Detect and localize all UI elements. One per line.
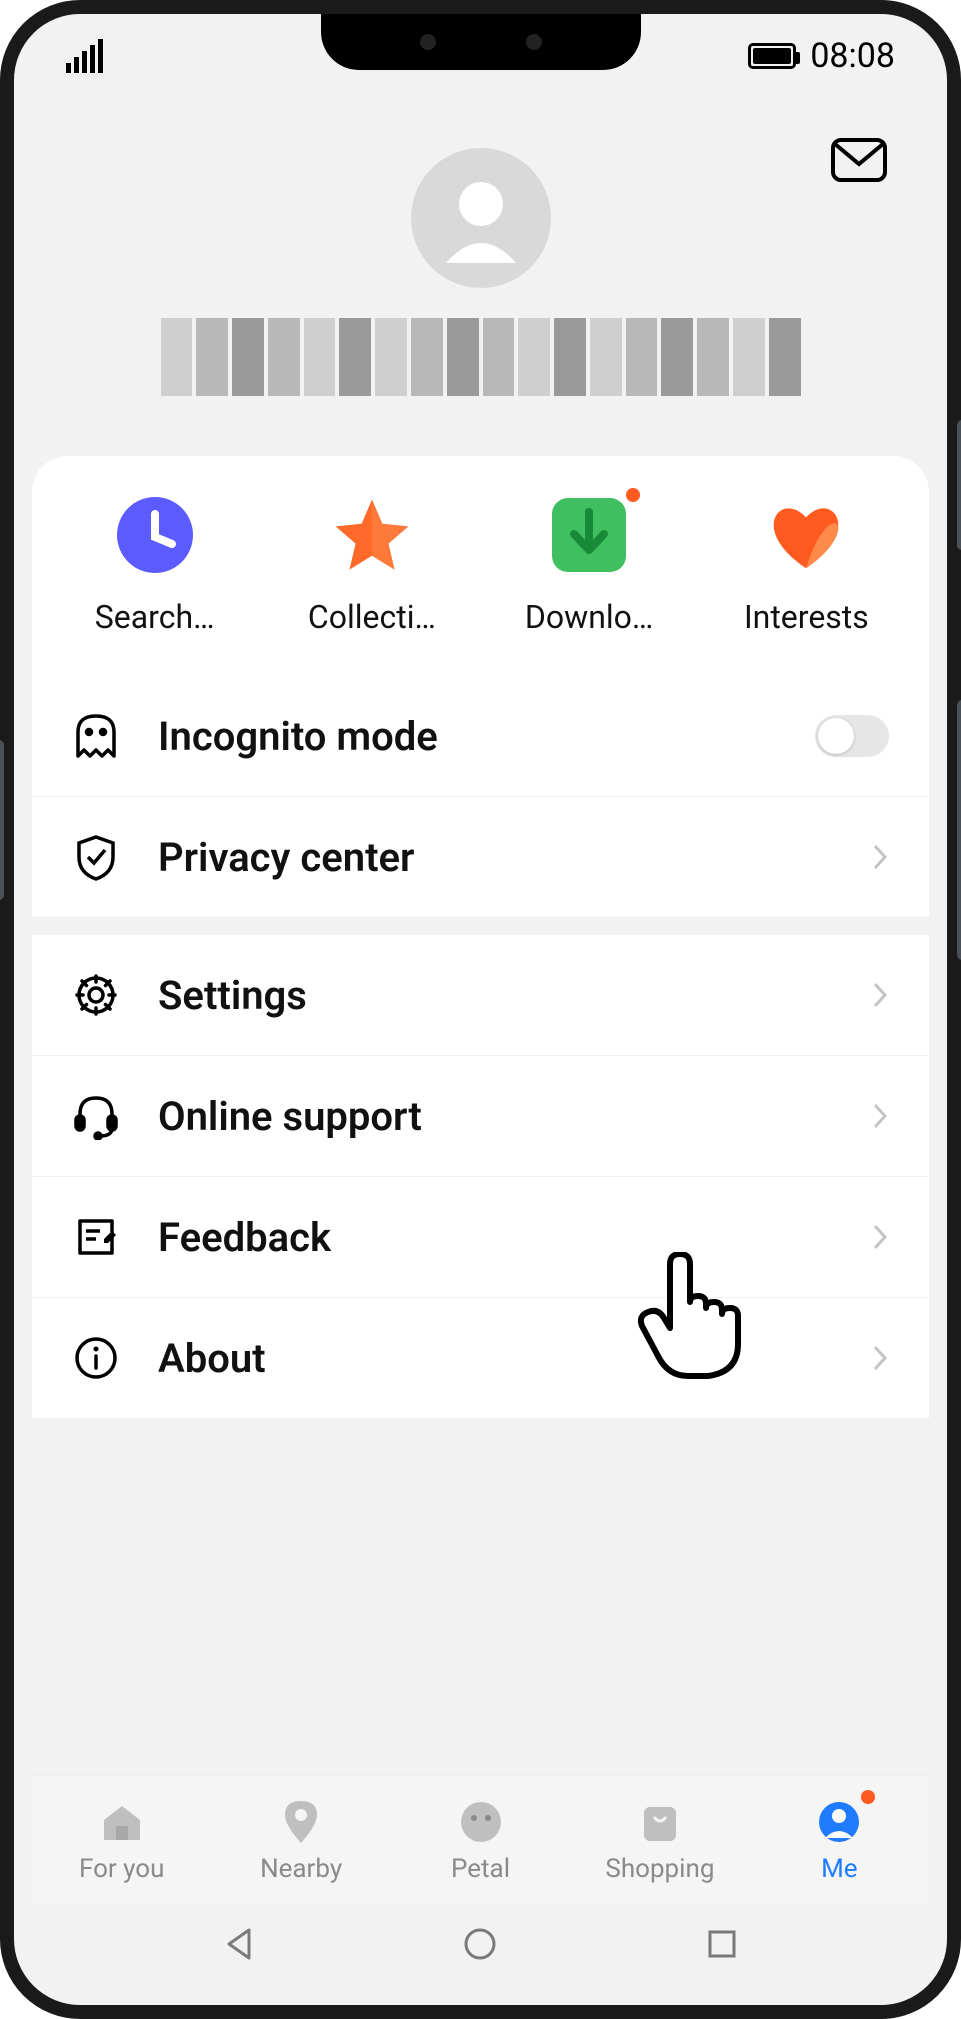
battery-icon [748,43,796,69]
nav-back-button[interactable] [217,1922,261,1966]
star-icon [333,496,411,574]
nav-home-button[interactable] [458,1922,502,1966]
chevron-right-icon [871,842,889,872]
phone-notch [321,14,641,70]
shortcut-interests[interactable]: Interests [698,496,915,636]
ghost-icon [72,712,120,760]
row-label: About [158,1335,871,1382]
row-settings[interactable]: Settings [32,935,929,1055]
pin-icon [277,1798,325,1846]
shortcut-collections[interactable]: Collecti… [263,496,480,636]
clock-icon [116,496,194,574]
shortcut-label: Interests [744,598,869,636]
row-incognito-mode[interactable]: Incognito mode [32,676,929,796]
person-icon [815,1798,863,1846]
bag-icon [636,1798,684,1846]
avatar[interactable] [411,148,551,288]
tab-for-you[interactable]: For you [32,1776,211,1905]
row-about[interactable]: About [32,1297,929,1418]
tab-label: Me [821,1854,858,1884]
shield-icon [72,833,120,881]
tab-label: Nearby [260,1854,342,1884]
tab-shopping[interactable]: Shopping [570,1776,749,1905]
main-panel: Search… Collecti… [32,456,929,1418]
row-online-support[interactable]: Online support [32,1055,929,1176]
android-nav-bar [18,1909,943,1979]
shortcut-label: Collecti… [308,598,436,636]
chevron-right-icon [871,1222,889,1252]
shortcut-downloads[interactable]: Downlo… [481,496,698,636]
headset-icon [72,1092,120,1140]
tab-petal[interactable]: Petal [391,1776,570,1905]
shortcut-search-history[interactable]: Search… [46,496,263,636]
row-label: Privacy center [158,834,871,881]
tab-label: Shopping [605,1854,714,1884]
status-time: 08:08 [810,36,895,76]
quick-shortcuts: Search… Collecti… [32,496,929,676]
row-label: Feedback [158,1214,871,1261]
chevron-right-icon [871,1343,889,1373]
row-privacy-center[interactable]: Privacy center [32,796,929,917]
row-label: Settings [158,972,871,1019]
bottom-tab-bar: For you Nearby Petal Shopping [32,1775,929,1905]
gear-icon [72,971,120,1019]
face-icon [457,1798,505,1846]
phone-side-button-3 [0,740,4,900]
shortcut-label: Search… [95,598,215,636]
messages-button[interactable] [831,138,887,186]
tab-nearby[interactable]: Nearby [211,1776,390,1905]
shortcut-label: Downlo… [525,598,653,636]
notification-dot [626,488,640,502]
nav-recents-button[interactable] [700,1922,744,1966]
incognito-toggle[interactable] [815,715,889,757]
chevron-right-icon [871,980,889,1010]
row-feedback[interactable]: Feedback [32,1176,929,1297]
row-label: Online support [158,1093,871,1140]
info-icon [72,1334,120,1382]
row-label: Incognito mode [158,713,815,760]
signal-icon [66,39,103,73]
download-icon [550,496,628,574]
username-redacted [161,318,801,396]
feedback-icon [72,1213,120,1261]
notification-dot [861,1790,875,1804]
tab-me[interactable]: Me [750,1776,929,1905]
home-icon [98,1798,146,1846]
phone-frame: 08:08 [0,0,961,2019]
phone-side-button-1 [957,420,961,550]
tab-label: Petal [451,1854,510,1884]
chevron-right-icon [871,1101,889,1131]
heart-icon [767,496,845,574]
phone-side-button-2 [957,700,961,960]
tab-label: For you [79,1854,164,1884]
